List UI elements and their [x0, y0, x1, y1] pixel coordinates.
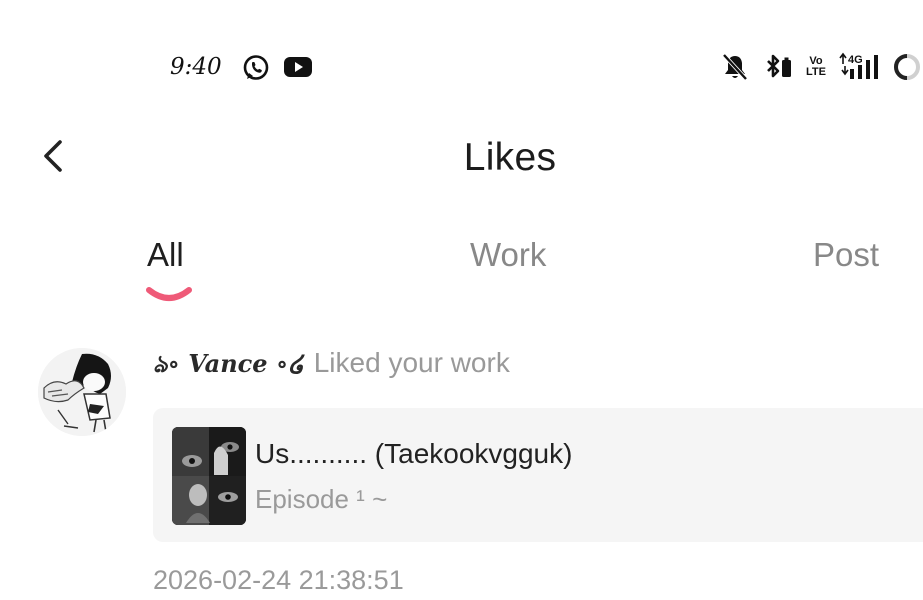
- active-tab-indicator: [146, 287, 192, 301]
- notification-action: Liked your work: [313, 347, 510, 378]
- work-title: Us.......... (Taekookvgguk): [255, 438, 573, 469]
- status-bar: 9:40 Vo LTE 4G: [0, 0, 923, 130]
- username-link[interactable]: ঌ∘ Vance ∘໒: [153, 349, 304, 378]
- bluetooth-icon: [767, 54, 791, 78]
- volte-bottom-label: LTE: [806, 66, 826, 78]
- tab-post[interactable]: Post: [813, 236, 879, 274]
- work-episode: Episode ¹ ~: [255, 484, 388, 514]
- signal-4g-icon: 4G: [839, 52, 878, 79]
- notification-line: ঌ∘ Vance ∘໒ Liked your work: [153, 346, 510, 386]
- page-title: Likes: [463, 136, 557, 179]
- bell-off-icon: [722, 53, 748, 81]
- tab-all[interactable]: All: [147, 236, 184, 274]
- volte-icon: Vo LTE: [805, 56, 827, 86]
- liked-work-card[interactable]: Us.......... (Taekookvgguk) Episode ¹ ~: [153, 408, 923, 542]
- work-cover-image: [172, 427, 246, 525]
- youtube-icon: [284, 57, 312, 77]
- notification-timestamp: 2026-02-24 21:38:51: [153, 565, 404, 595]
- battery-icon: [893, 54, 920, 80]
- tab-work[interactable]: Work: [470, 236, 546, 274]
- work-cover-thumbnail: [172, 427, 246, 525]
- avatar[interactable]: [38, 348, 126, 436]
- network-label: 4G: [848, 54, 863, 66]
- status-time: 9:40: [170, 54, 222, 80]
- avatar-image: [38, 348, 126, 436]
- whatsapp-icon: [243, 55, 269, 80]
